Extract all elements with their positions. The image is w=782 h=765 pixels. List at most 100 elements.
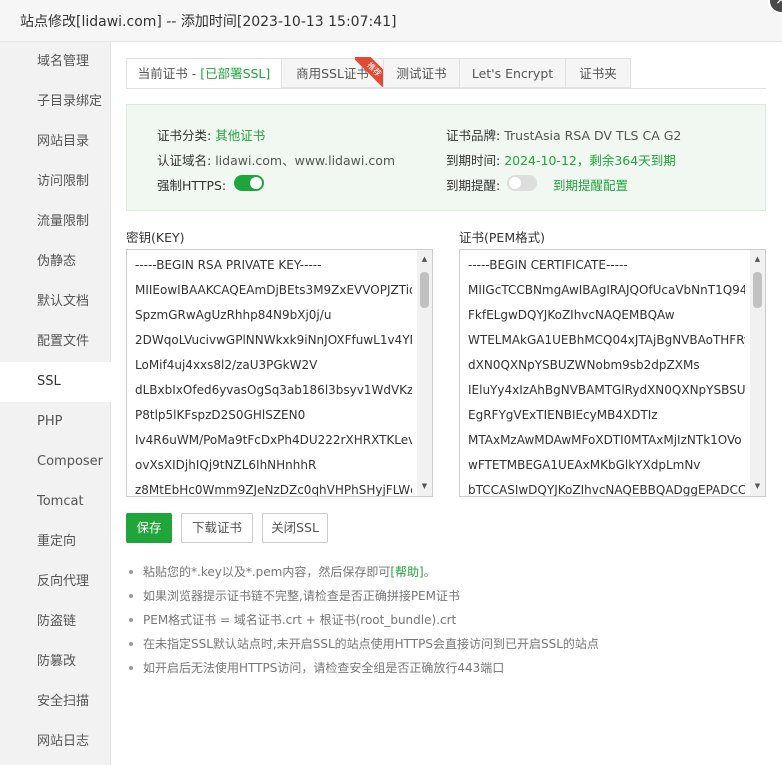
sidebar-item-domain[interactable]: 域名管理 [0, 42, 111, 82]
cert-brand-value: TrustAsia RSA DV TLS CA G2 [504, 128, 682, 143]
tab-commercial-ssl[interactable]: 商用SSL证书 推荐 [281, 57, 385, 88]
force-https-toggle[interactable] [234, 175, 264, 191]
sidebar-item-ssl[interactable]: SSL [0, 362, 112, 402]
scroll-up-icon[interactable]: ▲ [750, 252, 765, 267]
sidebar-item-default-doc[interactable]: 默认文档 [0, 282, 111, 322]
expiry-reminder-toggle[interactable] [507, 175, 537, 191]
cert-line: wFTETMBEGA1UEAxMKbGlkYXdpLmNv [468, 458, 701, 472]
cert-expiry-label: 到期时间: [446, 153, 501, 168]
bullet-icon [129, 570, 133, 574]
sidebar-item-access-limit[interactable]: 访问限制 [0, 162, 111, 202]
bullet-icon [129, 666, 133, 670]
expiry-reminder-config-text: 到期提醒配置 [553, 178, 629, 193]
cert-label: 证书(PEM格式) [459, 230, 545, 245]
scroll-down-icon[interactable]: ▼ [417, 479, 432, 494]
cert-line: MIIGcTCCBNmgAwIBAgIRAJQOfUcaVbNnT1Q94 [468, 283, 745, 297]
sidebar-item-reverse-proxy[interactable]: 反向代理 [0, 562, 111, 602]
scroll-up-icon[interactable]: ▲ [417, 252, 432, 267]
window-titlebar: 站点修改[lidawi.com] -- 添加时间[2023-10-13 15:0… [0, 0, 782, 42]
save-button[interactable]: 保存 [126, 513, 172, 543]
close-icon[interactable]: × [768, 0, 782, 14]
sidebar-item-tamper[interactable]: 防篡改 [0, 642, 111, 682]
sidebar-item-site-log[interactable]: 网站日志 [0, 722, 111, 762]
close-ssl-button[interactable]: 关闭SSL [262, 513, 328, 543]
sidebar-item-rewrite[interactable]: 伪静态 [0, 242, 111, 282]
sidebar-item-config[interactable]: 配置文件 [0, 322, 111, 362]
tab-current-cert-status: [已部署SSL] [200, 66, 271, 81]
cert-domain-value: lidawi.com、www.lidawi.com [215, 153, 396, 168]
key-line: Iv4R6uWM/PoMa9tFcDxPh4DU222rXHRXTKLevg [135, 433, 412, 447]
cert-info-panel: 证书分类: 其他证书 证书品牌: TrustAsia RSA DV TLS CA… [126, 104, 766, 211]
tip-item: 在未指定SSL默认站点时,未开启SSL的站点使用HTTPS会直接访问到已开启SS… [126, 632, 766, 656]
key-textarea[interactable]: -----BEGIN RSA PRIVATE KEY----- MIIEowIB… [126, 249, 433, 497]
cert-category-value: 其他证书 [215, 128, 266, 143]
key-line: z8MtEbHc0Wmm9ZJeNzDZc0qhVHPhSHyjFLWc [135, 483, 412, 497]
tip-4-text: 在未指定SSL默认站点时,未开启SSL的站点使用HTTPS会直接访问到已开启SS… [143, 637, 599, 651]
cert-domain: 认证域名: lidawi.com、www.lidawi.com [157, 150, 395, 169]
tab-cert-folder[interactable]: 证书夹 [565, 58, 631, 88]
cert-line: dXN0QXNpYSBUZWNobm9sb2dpZXMs [468, 358, 700, 372]
download-cert-button[interactable]: 下载证书 [181, 513, 253, 543]
cert-textarea[interactable]: -----BEGIN CERTIFICATE----- MIIGcTCCBNmg… [459, 249, 766, 497]
key-scrollbar[interactable]: ▲ ▼ [417, 250, 432, 496]
tip-item: 粘贴您的*.key以及*.pem内容，然后保存即可[帮助]。 [126, 560, 766, 584]
key-line: -----BEGIN RSA PRIVATE KEY----- [135, 258, 322, 272]
force-https-label: 强制HTTPS: [157, 178, 227, 193]
key-line: P8tlp5lKFspzD2S0GHlSZEN0 [135, 408, 306, 422]
bullet-icon [129, 618, 133, 622]
key-label: 密钥(KEY) [126, 230, 185, 245]
expiry-reminder-toggle-knob [509, 177, 521, 189]
key-line: 2DWqoLVucivwGPlNNWkxk9iNnJOXFfuwL1v4YP [135, 333, 412, 347]
sidebar-item-redirect[interactable]: 重定向 [0, 522, 111, 562]
sidebar-item-traffic-limit[interactable]: 流量限制 [0, 202, 111, 242]
key-line: dLBxbIxOfed6yvasOgSq3ab186l3bsyv1WdVKzEV [135, 383, 412, 397]
tip-1-text: 粘贴您的*.key以及*.pem内容，然后保存即可 [143, 565, 391, 579]
cert-scrollbar-thumb[interactable] [753, 272, 762, 308]
tip-5-text: 如开启后无法使用HTTPS访问，请检查安全组是否正确放行443端口 [143, 661, 505, 675]
sidebar-item-subdir[interactable]: 子目录绑定 [0, 82, 111, 122]
recommend-badge: 推荐 [355, 57, 385, 87]
sidebar-item-hotlink[interactable]: 防盗链 [0, 602, 111, 642]
key-scrollbar-thumb[interactable] [420, 272, 429, 308]
expiry-reminder-config-link[interactable]: 到期提醒配置 [553, 175, 628, 194]
sidebar-item-tomcat[interactable]: Tomcat [0, 482, 111, 522]
sidebar-item-composer[interactable]: Composer [0, 442, 111, 482]
scroll-down-icon[interactable]: ▼ [750, 479, 765, 494]
tip-item: PEM格式证书 = 域名证书.crt + 根证书(root_bundle).cr… [126, 608, 766, 632]
window-title: 站点修改[lidawi.com] -- 添加时间[2023-10-13 15:0… [20, 14, 397, 30]
key-line: SpzmGRwAgUzRhhp84N9bXj0j/u [135, 308, 332, 322]
cert-line: IEluYy4xIzAhBgNVBAMTGlRydXN0QXNpYSBSU0 [468, 383, 745, 397]
help-link[interactable]: [帮助] [390, 565, 423, 579]
tip-item: 如开启后无法使用HTTPS访问，请检查安全组是否正确放行443端口 [126, 656, 766, 680]
cert-expiry: 到期时间: 2024-10-12，剩余364天到期 [446, 150, 676, 169]
cert-brand-label: 证书品牌: [446, 128, 501, 143]
key-line: LoMif4uj4xxs8l2/zaU3PGkW2V [135, 358, 318, 372]
key-line: ovXsXIDjhIQj9tNZL6IhNHnhhR [135, 458, 317, 472]
tips-list: 粘贴您的*.key以及*.pem内容，然后保存即可[帮助]。 如果浏览器提示证书… [126, 560, 766, 680]
cert-brand: 证书品牌: TrustAsia RSA DV TLS CA G2 [446, 125, 681, 144]
cert-expiry-value: 2024-10-12，剩余364天到期 [504, 153, 676, 168]
cert-domain-label: 认证域名: [157, 153, 212, 168]
key-lines: -----BEGIN RSA PRIVATE KEY----- MIIEowIB… [135, 253, 412, 497]
recommend-badge-text: 推荐 [355, 57, 385, 87]
tab-letsencrypt[interactable]: Let's Encrypt [459, 58, 566, 88]
tab-current-cert-label: 当前证书 - [137, 66, 201, 81]
cert-line: FkfELgwDQYJKoZIhvcNAQEMBQAw [468, 308, 675, 322]
cert-category: 证书分类: 其他证书 [157, 125, 265, 144]
tab-current-cert[interactable]: 当前证书 - [已部署SSL] [126, 58, 282, 88]
cert-line: MTAxMzAwMDAwMFoXDTI0MTAxMjIzNTk1OVo [468, 433, 742, 447]
cert-category-label: 证书分类: [157, 128, 212, 143]
bullet-icon [129, 642, 133, 646]
tip-item: 如果浏览器提示证书链不完整,请检查是否正确拼接PEM证书 [126, 584, 766, 608]
sidebar-item-php[interactable]: PHP [0, 402, 111, 442]
tab-test-cert[interactable]: 测试证书 [383, 58, 460, 88]
cert-line: -----BEGIN CERTIFICATE----- [468, 258, 628, 272]
cert-line: EgRFYgVExTIENBIEcyMB4XDTIz [468, 408, 658, 422]
cert-lines: -----BEGIN CERTIFICATE----- MIIGcTCCBNmg… [468, 253, 745, 496]
cert-scrollbar[interactable]: ▲ ▼ [750, 250, 765, 496]
sidebar-item-site-dir[interactable]: 网站目录 [0, 122, 111, 162]
sidebar-item-security-scan[interactable]: 安全扫描 [0, 682, 111, 722]
tab-underline [126, 88, 766, 89]
tip-1-end: 。 [423, 565, 436, 579]
bullet-icon [129, 594, 133, 598]
